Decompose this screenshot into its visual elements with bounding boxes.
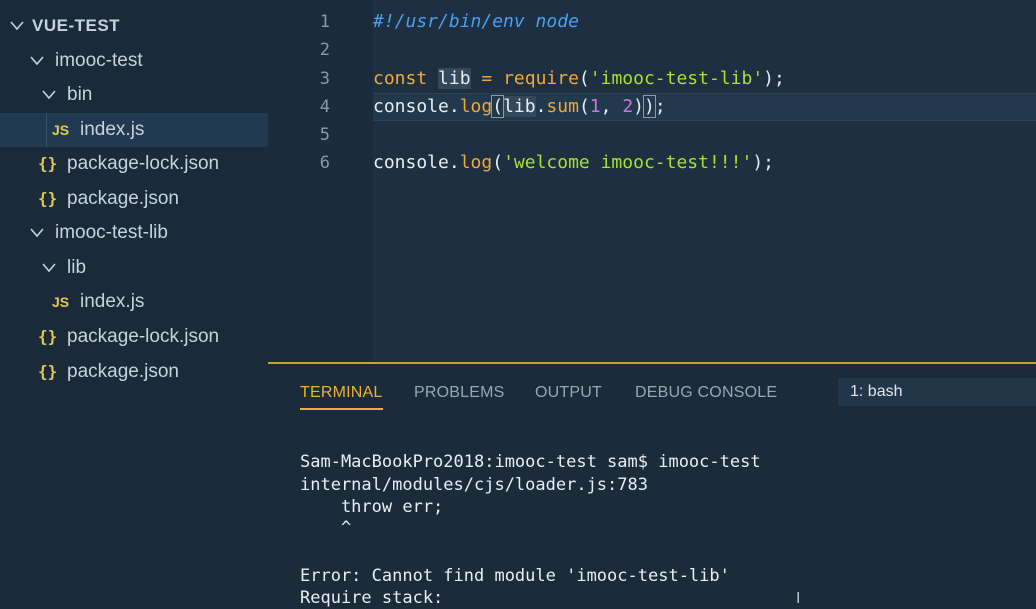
punct-token: ); xyxy=(752,152,774,173)
code-line-3: const lib = require('imooc-test-lib'); xyxy=(373,65,785,93)
punct-token: . xyxy=(535,96,547,117)
terminal-line: Error: Cannot find module 'imooc-test-li… xyxy=(300,566,730,586)
line-number: 1 xyxy=(319,12,330,32)
tree-item-label: index.js xyxy=(80,119,145,140)
explorer-root[interactable]: VUE-TEST xyxy=(0,9,268,43)
chevron-down-icon xyxy=(10,9,24,43)
tab-terminal[interactable]: TERMINAL xyxy=(300,382,383,410)
tree-file-package-lock-json[interactable]: {} package-lock.json xyxy=(0,147,268,181)
json-file-icon: {} xyxy=(38,327,58,346)
tree-item-label: index.js xyxy=(80,291,145,312)
punct-token: ( xyxy=(578,68,590,89)
terminal-line: internal/modules/cjs/loader.js:783 xyxy=(300,475,648,495)
line-number: 2 xyxy=(319,40,330,60)
chevron-down-icon xyxy=(42,251,56,285)
chevron-down-icon xyxy=(30,216,44,250)
punct-token: . xyxy=(448,152,460,173)
function-token: log xyxy=(459,96,493,117)
json-file-icon: {} xyxy=(38,154,58,173)
number-token: 1 xyxy=(589,96,601,117)
tree-folder-bin[interactable]: bin xyxy=(0,78,268,112)
javascript-file-icon: JS xyxy=(52,122,70,138)
line-number: 4 xyxy=(319,97,330,117)
function-token: require xyxy=(503,68,579,89)
line-number: 6 xyxy=(319,153,330,173)
string-token: 'imooc-test-lib' xyxy=(589,68,764,89)
tree-folder-imooc-test-lib[interactable]: imooc-test-lib xyxy=(0,216,268,250)
terminal-select[interactable]: 1: bash xyxy=(838,378,1036,406)
line-number: 5 xyxy=(319,125,330,145)
tree-file-package-lock-json[interactable]: {} package-lock.json xyxy=(0,320,268,354)
variable-token: lib xyxy=(438,68,471,89)
shebang-comment: #!/usr/bin/env node xyxy=(373,11,579,32)
number-token: 2 xyxy=(622,96,634,117)
string-token: 'welcome imooc-test!!!' xyxy=(503,152,753,173)
punct-token: , xyxy=(600,96,623,117)
function-token: log xyxy=(459,152,493,173)
tree-item-label: package.json xyxy=(67,188,179,209)
tree-file-bin-index-js[interactable]: JS index.js xyxy=(0,113,268,147)
tab-debug-console[interactable]: DEBUG CONSOLE xyxy=(635,382,777,408)
punct-token: ( xyxy=(578,96,590,117)
javascript-file-icon: JS xyxy=(52,294,70,310)
tree-folder-imooc-test[interactable]: imooc-test xyxy=(0,44,268,78)
code-line-1: #!/usr/bin/env node xyxy=(373,8,579,36)
line-number: 3 xyxy=(319,69,330,89)
terminal-line: Require stack: xyxy=(300,588,444,608)
explorer-sidebar: VUE-TEST imooc-test bin JS index.js {} p… xyxy=(0,0,268,607)
tree-item-label: bin xyxy=(67,84,93,105)
tree-file-lib-index-js[interactable]: JS index.js xyxy=(0,285,268,319)
punct-token: ( xyxy=(492,152,504,173)
function-token: sum xyxy=(546,96,579,117)
operator-token: = xyxy=(470,68,504,89)
bracket-match: ) xyxy=(643,95,656,118)
chevron-down-icon xyxy=(30,44,44,78)
text-cursor-icon: Ι xyxy=(796,590,801,607)
tree-file-package-json[interactable]: {} package.json xyxy=(0,355,268,389)
json-file-icon: {} xyxy=(38,189,58,208)
tree-item-label: package.json xyxy=(67,361,179,382)
punct-token: ; xyxy=(654,96,666,117)
variable-token: lib xyxy=(503,96,536,117)
tab-problems[interactable]: PROBLEMS xyxy=(414,382,505,408)
json-file-icon: {} xyxy=(38,362,58,381)
tree-folder-lib[interactable]: lib xyxy=(0,251,268,285)
tree-file-package-json[interactable]: {} package.json xyxy=(0,182,268,216)
terminal-line: Sam-MacBookPro2018:imooc-test sam$ imooc… xyxy=(300,452,761,472)
chevron-down-icon xyxy=(42,78,56,112)
tree-item-label: imooc-test-lib xyxy=(55,222,168,243)
code-line-4: console.log(lib.sum(1, 2)); xyxy=(373,93,666,121)
tab-output[interactable]: OUTPUT xyxy=(535,382,602,408)
punct-token: . xyxy=(448,96,460,117)
tree-item-label: package-lock.json xyxy=(67,326,220,347)
bracket-match: ( xyxy=(491,95,505,118)
code-line-6: console.log('welcome imooc-test!!!'); xyxy=(373,149,774,177)
keyword-token: const xyxy=(373,68,428,89)
explorer-root-label: VUE-TEST xyxy=(32,16,121,35)
identifier-token: console xyxy=(373,152,449,173)
indent-guide xyxy=(46,113,47,147)
tree-item-label: imooc-test xyxy=(55,50,143,71)
punct-token: ); xyxy=(763,68,785,89)
terminal-line: ^ xyxy=(300,518,352,538)
tree-item-label: lib xyxy=(67,257,87,278)
code-editor[interactable]: 1 2 3 4 5 6 #!/usr/bin/env node const li… xyxy=(268,0,1036,362)
terminal-line: throw err; xyxy=(300,497,444,517)
tree-item-label: package-lock.json xyxy=(67,153,220,174)
identifier-token: console xyxy=(373,96,449,117)
punct-token: ) xyxy=(633,96,644,117)
bottom-panel: TERMINAL PROBLEMS OUTPUT DEBUG CONSOLE 1… xyxy=(268,362,1036,609)
